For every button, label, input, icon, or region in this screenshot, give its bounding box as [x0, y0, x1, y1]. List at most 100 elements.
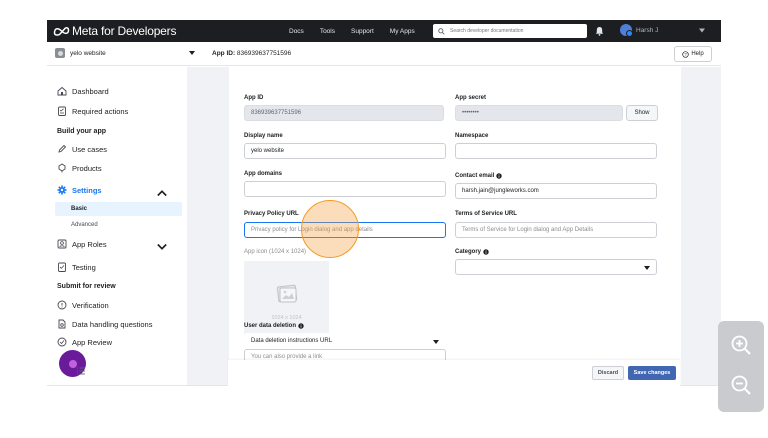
zoom-out-icon[interactable]: [729, 373, 753, 397]
sidebar-item-app-roles[interactable]: App Roles: [57, 237, 182, 251]
sidebar-item-data-handling[interactable]: Data handling questions: [57, 317, 182, 331]
main-content: App ID 836939637751596 App secret ••••••…: [187, 67, 721, 385]
save-changes-button[interactable]: Save changes: [628, 366, 676, 380]
save-bar: Discard Save changes: [228, 360, 680, 386]
sidebar-item-testing[interactable]: Testing: [57, 260, 182, 274]
category-label-text: Category: [455, 249, 482, 255]
terms-input[interactable]: Terms of Service for Login dialog and Ap…: [455, 222, 657, 238]
namespace-input[interactable]: [455, 143, 657, 159]
sidebar-item-label: Data handling questions: [72, 319, 153, 329]
sidebar-item-label: App Roles: [72, 239, 107, 249]
image-placeholder-icon: [276, 284, 297, 303]
sidebar-item-use-cases[interactable]: Use cases: [57, 142, 182, 156]
sidebar-item-settings[interactable]: Settings: [57, 183, 182, 197]
svg-text:?: ?: [685, 52, 688, 57]
chevron-down-icon[interactable]: [699, 28, 705, 33]
app-window: Meta for Developers Docs Tools Support M…: [47, 20, 721, 386]
category-select[interactable]: [455, 259, 657, 275]
nav-link-tools[interactable]: Tools: [320, 28, 335, 35]
app-secret-label: App secret: [455, 95, 487, 101]
screen: Meta for Developers Docs Tools Support M…: [0, 0, 768, 438]
app-id-header-label: App ID:: [212, 50, 236, 57]
app-header-bar: yelo website App ID: 836939637751596 ? H…: [47, 42, 721, 66]
display-name-label: Display name: [244, 133, 283, 139]
basic-settings-card: App ID 836939637751596 App secret ••••••…: [229, 67, 681, 385]
user-data-deletion-label-text: User data deletion: [244, 323, 297, 329]
shield-icon: [57, 300, 67, 310]
sidebar-item-required-actions[interactable]: Required actions: [57, 104, 182, 118]
app-icon-label: App icon (1024 x 1024): [244, 249, 307, 255]
info-icon[interactable]: [298, 323, 304, 329]
products-icon: [58, 163, 66, 173]
search-input[interactable]: [450, 28, 580, 34]
info-icon[interactable]: [496, 173, 503, 179]
review-icon: [57, 337, 67, 347]
nav-links: Docs Tools Support My Apps: [289, 20, 431, 42]
sidebar: Dashboard Required actions Build your ap…: [47, 67, 187, 385]
app-icon-size-text: 1024 x 1024: [271, 315, 302, 321]
app-selector-label: yelo website: [70, 49, 106, 57]
chevron-up-icon: [157, 190, 167, 197]
brand-logo[interactable]: Meta for Developers: [53, 24, 176, 38]
sidebar-item-dashboard[interactable]: Dashboard: [57, 84, 182, 98]
app-icon: [55, 48, 65, 58]
app-id-header-value: 836939637751596: [236, 50, 292, 57]
chevron-down-icon: [644, 266, 650, 270]
sidebar-item-label: Settings: [72, 185, 102, 195]
app-id-field: 836939637751596: [244, 105, 444, 121]
app-domains-input[interactable]: [244, 181, 446, 197]
brand-name: Meta for Developers: [72, 24, 177, 38]
search-box[interactable]: [433, 24, 587, 38]
show-secret-button[interactable]: Show: [626, 105, 658, 121]
avatar: [620, 24, 633, 37]
sidebar-item-label: Testing: [72, 262, 96, 272]
sidebar-item-label: Use cases: [72, 144, 108, 154]
sidebar-item-products[interactable]: Products: [57, 161, 182, 175]
help-circle-icon: ?: [682, 50, 689, 58]
list-icon: [77, 367, 85, 375]
user-menu[interactable]: Harsh J: [620, 24, 659, 37]
zoom-in-icon[interactable]: [729, 333, 753, 357]
chevron-down-icon: [189, 51, 195, 55]
help-button[interactable]: ? Help: [674, 46, 712, 62]
sidebar-item-label: Dashboard: [72, 86, 109, 96]
chevron-down-icon: [157, 243, 167, 250]
search-icon: [438, 27, 445, 35]
top-nav-bar: Meta for Developers Docs Tools Support M…: [47, 20, 721, 42]
privacy-policy-label: Privacy Policy URL: [244, 211, 299, 217]
app-icon-upload[interactable]: 1024 x 1024: [244, 261, 329, 343]
app-domains-label: App domains: [244, 171, 283, 177]
sidebar-item-label: Required actions: [72, 106, 129, 116]
sidebar-item-verification[interactable]: Verification: [57, 298, 182, 312]
meta-logo-icon: [53, 27, 70, 36]
app-secret-field: ••••••••: [455, 105, 623, 121]
dashboard-icon: [57, 86, 67, 96]
namespace-label: Namespace: [455, 133, 489, 139]
zoom-controls: [718, 321, 764, 412]
contact-email-label: Contact email: [455, 173, 503, 179]
contact-email-label-text: Contact email: [455, 173, 495, 179]
user-name: Harsh J: [636, 26, 659, 34]
privacy-policy-input[interactable]: Privacy policy for Login dialog and app …: [244, 222, 446, 238]
nav-link-docs[interactable]: Docs: [289, 28, 304, 35]
nav-link-my-apps[interactable]: My Apps: [390, 28, 415, 35]
roles-icon: [57, 239, 67, 249]
discard-button[interactable]: Discard: [592, 366, 624, 380]
info-icon[interactable]: [483, 249, 489, 255]
help-label: Help: [691, 51, 704, 57]
sidebar-heading-review: Submit for review: [57, 283, 116, 290]
checklist-icon: [58, 106, 66, 116]
nav-link-support[interactable]: Support: [351, 28, 374, 35]
sidebar-item-app-review[interactable]: App Review: [57, 335, 182, 349]
sidebar-item-label: Products: [72, 163, 102, 173]
sidebar-subitem-basic[interactable]: Basic: [55, 202, 182, 216]
app-selector[interactable]: yelo website: [55, 46, 195, 60]
display-name-input[interactable]: yelo website: [244, 143, 446, 159]
gear-icon: [57, 185, 67, 195]
contact-email-input[interactable]: harsh.jain@jungleworks.com: [455, 183, 657, 199]
sidebar-item-label: Verification: [72, 300, 109, 310]
app-id-header: App ID: 836939637751596: [212, 50, 291, 57]
user-data-deletion-select[interactable]: Data deletion instructions URL: [244, 333, 446, 349]
bell-icon[interactable]: [595, 26, 604, 36]
sidebar-subitem-advanced[interactable]: Advanced: [55, 218, 182, 232]
